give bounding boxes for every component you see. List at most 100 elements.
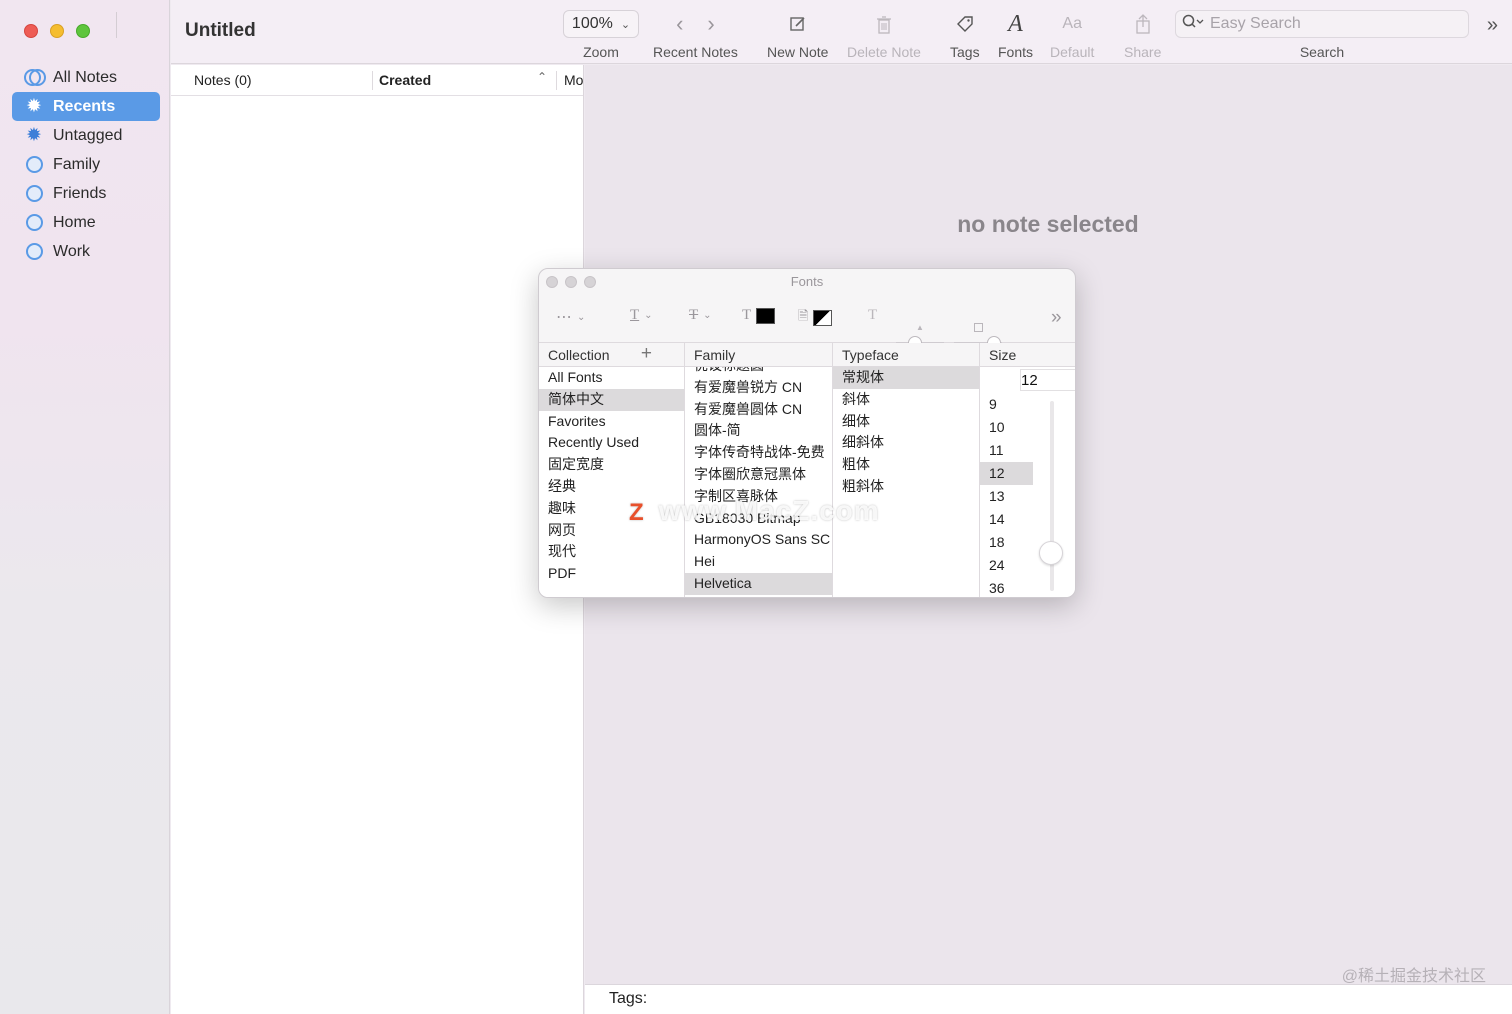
- tag-circle-icon: [24, 184, 44, 204]
- fonts-panel-titlebar[interactable]: Fonts: [539, 269, 1075, 295]
- forward-icon[interactable]: ›: [707, 11, 714, 37]
- document-icon: 🗎: [798, 308, 809, 323]
- watermark-text: @稀土掘金技术社区: [1341, 968, 1486, 985]
- tag-circle-icon: [24, 155, 44, 175]
- sort-ascending-icon[interactable]: ⌃: [537, 70, 547, 84]
- sidebar-list: All Notes ✹ Recents ✹ Untagged Family Fr…: [12, 63, 160, 266]
- close-button[interactable]: [24, 24, 38, 38]
- zoom-select[interactable]: 100% ⌄: [563, 10, 639, 38]
- collection-item[interactable]: 简体中文: [539, 388, 684, 411]
- sidebar-item-friends[interactable]: Friends: [12, 179, 160, 208]
- sidebar-item-recents[interactable]: ✹ Recents: [12, 92, 160, 121]
- minimize-button[interactable]: [50, 24, 64, 38]
- sidebar-item-family[interactable]: Family: [12, 150, 160, 179]
- document-color-swatch[interactable]: [813, 310, 833, 326]
- search-input[interactable]: [1210, 15, 1450, 33]
- add-collection-icon[interactable]: +: [641, 343, 652, 365]
- zoom-control[interactable]: 100% ⌄ Zoom: [563, 10, 639, 60]
- size-item[interactable]: 36: [980, 577, 1033, 597]
- collection-item[interactable]: 固定宽度: [539, 454, 684, 476]
- text-color-control[interactable]: T: [742, 307, 776, 324]
- typeface-item[interactable]: 细体: [833, 411, 979, 433]
- size-item[interactable]: 14: [980, 508, 1033, 531]
- document-color-control[interactable]: 🗎: [798, 307, 833, 329]
- collection-item[interactable]: 现代: [539, 541, 684, 563]
- family-item[interactable]: 有爱魔兽锐方 CN: [685, 377, 832, 399]
- size-slider-thumb[interactable]: [1039, 541, 1063, 565]
- family-item[interactable]: Helvetica: [685, 572, 832, 595]
- column-modified[interactable]: Mo: [564, 72, 583, 88]
- search-label: Search: [1299, 44, 1345, 60]
- typeface-item[interactable]: 斜体: [833, 389, 979, 411]
- default-button[interactable]: Aa Default: [1050, 10, 1094, 60]
- collection-item[interactable]: 趣味: [539, 498, 684, 520]
- fonts-button[interactable]: A Fonts: [998, 10, 1033, 61]
- family-item[interactable]: 字制区喜脉体: [685, 486, 832, 508]
- actions-menu[interactable]: ⋯ ⌄: [556, 307, 585, 327]
- collection-item[interactable]: PDF: [539, 563, 684, 585]
- size-slider[interactable]: [1039, 401, 1063, 591]
- family-item[interactable]: 字体圈欣意冠黑体: [685, 464, 832, 486]
- tags-label: Tags: [950, 44, 980, 60]
- column-created[interactable]: Created: [379, 72, 431, 88]
- collection-item[interactable]: 经典: [539, 476, 684, 498]
- sidebar-item-label: Untagged: [53, 126, 123, 144]
- typeface-item[interactable]: 常规体: [833, 367, 979, 389]
- search-field[interactable]: [1175, 10, 1469, 38]
- family-item[interactable]: 字体传奇特战体-免费: [685, 442, 832, 464]
- size-item[interactable]: 9: [980, 393, 1033, 416]
- family-item[interactable]: HarmonyOS Sans SC: [685, 529, 832, 551]
- toolbar-overflow-icon[interactable]: »: [1487, 14, 1498, 37]
- text-shadow-icon[interactable]: T: [868, 307, 877, 324]
- family-item[interactable]: GB18030 Bitmap: [685, 508, 832, 530]
- sidebar-item-home[interactable]: Home: [12, 208, 160, 237]
- text-style-icon: Aa: [1062, 15, 1082, 32]
- sidebar-item-untagged[interactable]: ✹ Untagged: [12, 121, 160, 150]
- collection-item[interactable]: 网页: [539, 520, 684, 542]
- column-notes[interactable]: Notes (0): [194, 72, 252, 88]
- recent-notes-nav: ‹ ›: [676, 10, 715, 38]
- column-divider: [556, 71, 557, 90]
- strikethrough-menu[interactable]: T ⌄: [689, 307, 712, 324]
- family-column: Family 优设标题圆 有爱魔兽锐方 CN 有爱魔兽圆体 CN 圆体-简 字体…: [685, 343, 833, 597]
- size-item[interactable]: 12: [980, 462, 1033, 485]
- back-icon[interactable]: ‹: [676, 11, 683, 37]
- text-color-swatch[interactable]: [756, 307, 776, 324]
- panel-overflow-icon[interactable]: »: [1051, 307, 1062, 329]
- underline-icon: T: [630, 307, 640, 323]
- underline-menu[interactable]: T ⌄: [630, 307, 653, 324]
- size-input[interactable]: [1020, 369, 1075, 391]
- size-item[interactable]: 18: [980, 531, 1033, 554]
- typeface-item[interactable]: 粗体: [833, 454, 979, 476]
- tags-bar[interactable]: Tags:: [585, 984, 1512, 1014]
- collection-item[interactable]: All Fonts: [539, 367, 684, 389]
- new-note-button[interactable]: New Note: [767, 10, 828, 60]
- size-item[interactable]: 13: [980, 485, 1033, 508]
- family-list: 优设标题圆 有爱魔兽锐方 CN 有爱魔兽圆体 CN 圆体-简 字体传奇特战体-免…: [685, 355, 832, 595]
- fonts-panel-toolbar: ⋯ ⌄ T ⌄ T ⌄ T 🗎 T ▲ »: [539, 295, 1075, 350]
- size-item[interactable]: 24: [980, 554, 1033, 577]
- ellipsis-circle-icon: ⋯: [556, 309, 572, 326]
- collection-item[interactable]: Recently Used: [539, 432, 684, 454]
- sidebar-item-work[interactable]: Work: [12, 237, 160, 266]
- family-item[interactable]: Hei: [685, 551, 832, 573]
- sidebar-item-all-notes[interactable]: All Notes: [12, 63, 160, 92]
- typeface-item[interactable]: 粗斜体: [833, 476, 979, 498]
- recent-notes-control[interactable]: ‹ › Recent Notes: [653, 10, 738, 60]
- typeface-column: Typeface 常规体 斜体 细体 细斜体 粗体 粗斜体: [833, 343, 980, 597]
- family-item[interactable]: 有爱魔兽圆体 CN: [685, 399, 832, 421]
- collection-item[interactable]: Favorites: [539, 411, 684, 433]
- size-item[interactable]: 11: [980, 439, 1033, 462]
- font-icon: A: [1008, 10, 1023, 37]
- typeface-item[interactable]: 细斜体: [833, 432, 979, 454]
- zoom-button[interactable]: [76, 24, 90, 38]
- tags-button[interactable]: Tags: [950, 10, 980, 60]
- notes-list: Notes (0) Created ⌃ Mo: [171, 65, 584, 1014]
- family-item[interactable]: 圆体-简: [685, 420, 832, 442]
- delete-note-button[interactable]: Delete Note: [847, 10, 921, 60]
- size-item[interactable]: 10: [980, 416, 1033, 439]
- share-button[interactable]: Share: [1124, 10, 1161, 60]
- compose-icon: [789, 10, 807, 38]
- window-title: Untitled: [185, 20, 256, 41]
- tags-label: Tags:: [609, 990, 648, 1007]
